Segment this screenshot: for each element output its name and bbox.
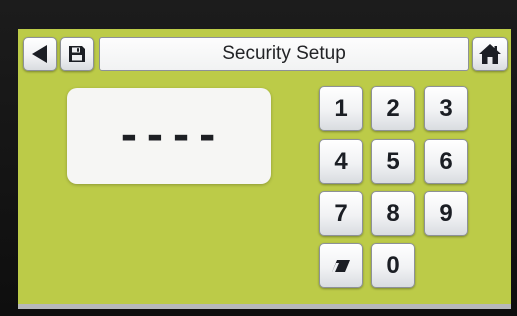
key-4-label: 4 xyxy=(334,147,348,175)
key-3-label: 3 xyxy=(439,94,453,122)
key-9-label: 9 xyxy=(439,199,453,227)
touch-screen: Security Setup ---- 1 2 3 4 5 6 7 8 9 0 xyxy=(18,29,511,304)
key-6-label: 6 xyxy=(439,147,453,175)
home-button[interactable] xyxy=(472,37,508,71)
pin-value: ---- xyxy=(116,113,222,159)
key-6[interactable]: 6 xyxy=(424,139,468,184)
back-button[interactable] xyxy=(23,37,57,71)
clear-button[interactable] xyxy=(319,243,363,288)
save-button[interactable] xyxy=(60,37,94,71)
key-1[interactable]: 1 xyxy=(319,86,363,131)
key-5-label: 5 xyxy=(386,147,400,175)
key-3[interactable]: 3 xyxy=(424,86,468,131)
key-5[interactable]: 5 xyxy=(371,139,415,184)
key-0-label: 0 xyxy=(386,251,400,279)
back-arrow-icon xyxy=(32,45,47,63)
eraser-icon xyxy=(332,259,350,272)
key-2[interactable]: 2 xyxy=(371,86,415,131)
key-8[interactable]: 8 xyxy=(371,191,415,236)
key-2-label: 2 xyxy=(386,94,400,122)
home-icon xyxy=(479,44,501,64)
key-9[interactable]: 9 xyxy=(424,191,468,236)
pin-display: ---- xyxy=(67,88,271,184)
key-7[interactable]: 7 xyxy=(319,191,363,236)
key-0[interactable]: 0 xyxy=(371,243,415,288)
screen-bottom-edge xyxy=(18,304,511,309)
key-4[interactable]: 4 xyxy=(319,139,363,184)
key-8-label: 8 xyxy=(386,199,400,227)
page-title: Security Setup xyxy=(99,37,469,71)
key-7-label: 7 xyxy=(334,199,348,227)
key-1-label: 1 xyxy=(334,94,348,122)
save-disk-icon xyxy=(69,46,85,62)
